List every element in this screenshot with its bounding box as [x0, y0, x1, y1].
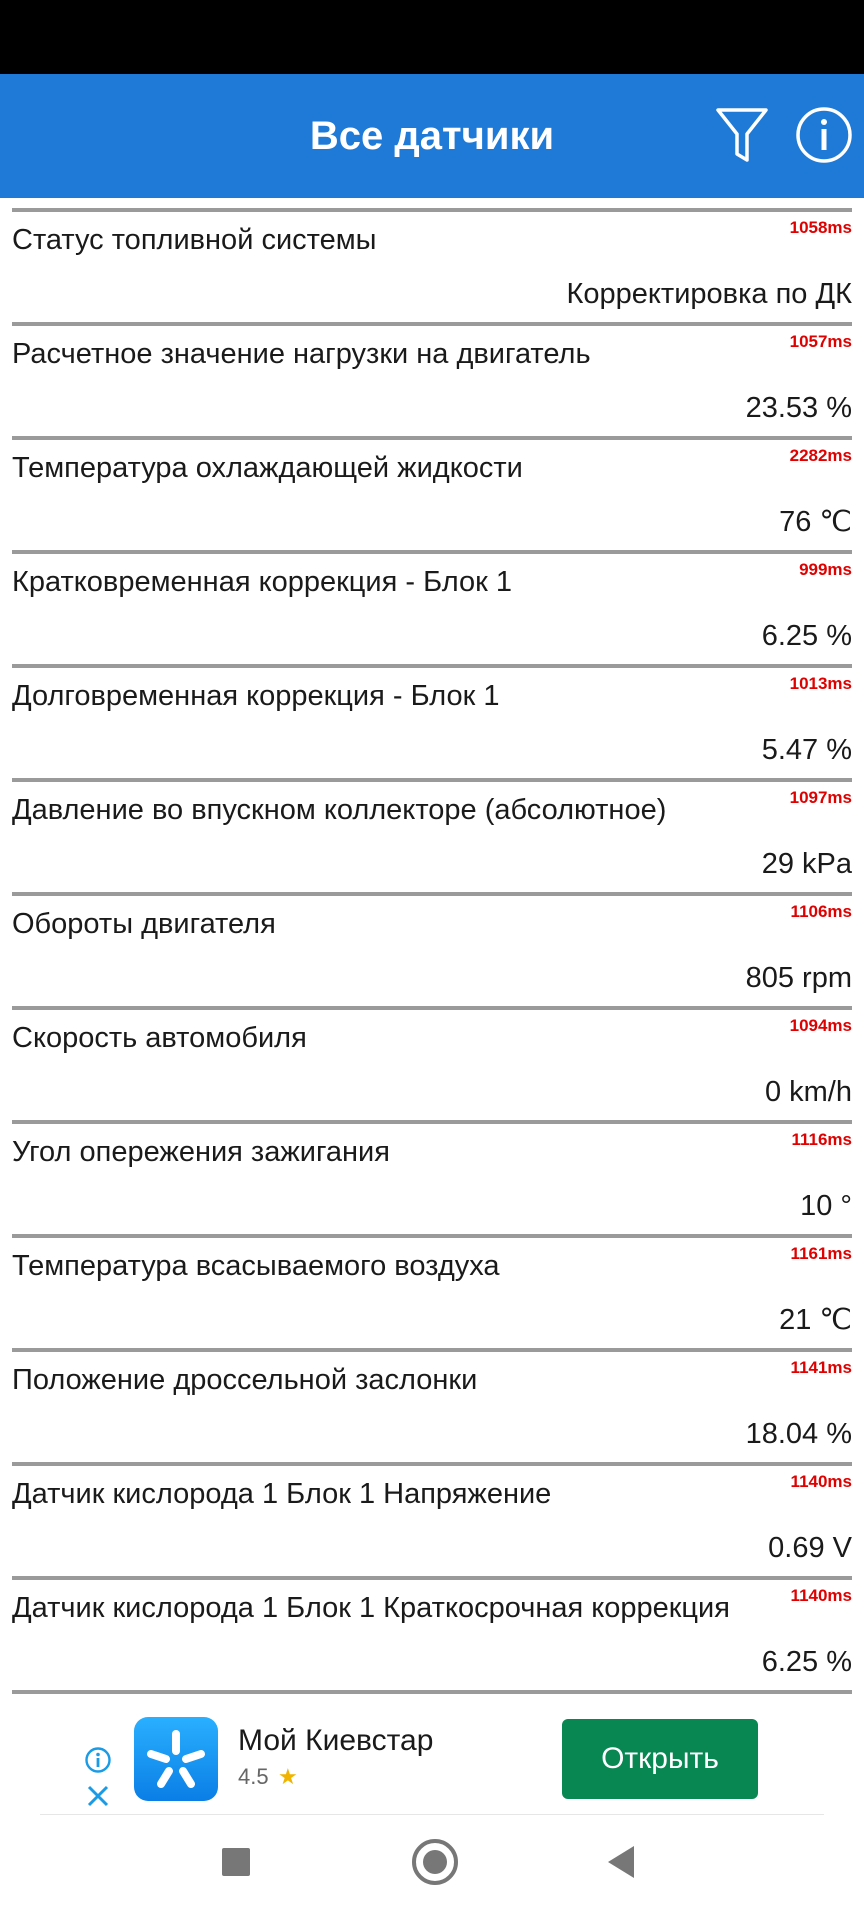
info-button[interactable]	[794, 105, 854, 165]
sensor-value: 805 rpm	[745, 962, 852, 994]
kyivstar-logo-icon	[147, 1730, 205, 1788]
filter-button[interactable]	[714, 104, 770, 166]
sensor-name: Датчик кислорода 1 Блок 1 Напряжение	[12, 1478, 552, 1510]
sensor-row[interactable]: Температура всасываемого воздуха 1161ms …	[0, 1224, 864, 1338]
app-icon[interactable]	[134, 1717, 218, 1801]
divider	[12, 1576, 852, 1580]
sensor-latency: 999ms	[799, 560, 852, 579]
sensor-latency: 1141ms	[790, 1358, 852, 1377]
home-button[interactable]	[412, 1839, 458, 1885]
sensor-name: Долговременная коррекция - Блок 1	[12, 680, 500, 712]
ad-info-icon[interactable]	[84, 1746, 112, 1774]
sensor-row[interactable]: Давление во впускном коллекторе (абсолют…	[0, 768, 864, 882]
sensor-latency: 1140ms	[790, 1586, 852, 1605]
star-icon: ★	[278, 1764, 298, 1789]
sensor-name: Обороты двигателя	[12, 908, 276, 940]
sensor-row[interactable]: Кратковременная коррекция - Блок 1 999ms…	[0, 540, 864, 654]
sensor-latency: 1097ms	[789, 788, 852, 807]
ad-app-name: Мой Киевстар	[238, 1724, 434, 1757]
sensor-row[interactable]	[0, 1680, 864, 1702]
sensor-value: 6.25 %	[761, 620, 852, 652]
sensor-name: Угол опережения зажигания	[12, 1136, 390, 1168]
sensor-latency: 1106ms	[790, 902, 852, 921]
filter-icon	[716, 108, 768, 162]
sensor-value: 29 kPa	[761, 848, 852, 880]
sensor-value: 21 ℃	[779, 1304, 852, 1336]
sensor-row[interactable]: Угол опережения зажигания 1116ms 10 °	[0, 1110, 864, 1224]
sensor-name: Расчетное значение нагрузки на двигатель	[12, 338, 591, 370]
sensor-name: Температура охлаждающей жидкости	[12, 452, 523, 484]
sensor-name: Кратковременная коррекция - Блок 1	[12, 566, 513, 598]
divider	[12, 550, 852, 554]
divider	[12, 322, 852, 326]
sensor-value: 23.53 %	[745, 392, 852, 424]
sensor-value: 10 °	[800, 1190, 852, 1222]
sensor-latency: 1161ms	[790, 1244, 852, 1263]
sensor-value: 0 km/h	[764, 1076, 852, 1108]
divider	[12, 208, 852, 212]
divider	[12, 664, 852, 668]
sensor-latency: 1057ms	[789, 332, 852, 351]
divider	[12, 1120, 852, 1124]
sensor-name: Давление во впускном коллекторе (абсолют…	[12, 794, 667, 826]
sensor-value: 76 ℃	[779, 506, 852, 538]
sensor-value: 18.04 %	[745, 1418, 852, 1450]
info-icon	[796, 107, 852, 163]
sensor-name: Температура всасываемого воздуха	[12, 1250, 500, 1282]
sensor-latency: 2282ms	[789, 446, 852, 465]
sensor-latency: 1116ms	[791, 1130, 852, 1149]
app-bar: Все датчики	[0, 74, 864, 198]
sensor-row[interactable]: Расчетное значение нагрузки на двигатель…	[0, 312, 864, 426]
circle-icon	[423, 1850, 447, 1874]
status-bar	[0, 0, 864, 74]
divider	[12, 1690, 852, 1694]
divider	[12, 1348, 852, 1352]
sensor-row[interactable]: Обороты двигателя 1106ms 805 rpm	[0, 882, 864, 996]
sensor-name: Статус топливной системы	[12, 224, 377, 256]
divider	[12, 436, 852, 440]
sensor-row[interactable]: Долговременная коррекция - Блок 1 1013ms…	[0, 654, 864, 768]
sensor-row[interactable]: Положение дроссельной заслонки 1141ms 18…	[0, 1338, 864, 1452]
open-button[interactable]: Открыть	[562, 1719, 758, 1799]
sensor-latency: 1058ms	[789, 218, 852, 237]
sensor-name: Положение дроссельной заслонки	[12, 1364, 478, 1396]
close-icon[interactable]	[84, 1782, 112, 1810]
sensor-value: 6.25 %	[761, 1646, 852, 1678]
divider	[12, 892, 852, 896]
sensor-row[interactable]: Датчик кислорода 1 Блок 1 Напряжение 114…	[0, 1452, 864, 1566]
ad-rating: 4.5	[238, 1764, 269, 1789]
sensor-latency: 1094ms	[789, 1016, 852, 1035]
divider	[12, 1006, 852, 1010]
sensor-row[interactable]: Температура охлаждающей жидкости 2282ms …	[0, 426, 864, 540]
sensor-latency: 1140ms	[790, 1472, 852, 1491]
divider	[12, 1462, 852, 1466]
sensor-latency: 1013ms	[789, 674, 852, 693]
sensor-list[interactable]: Статус топливной системы 1058ms Корректи…	[0, 198, 864, 1702]
sensor-value: 0.69 V	[768, 1532, 852, 1564]
sensor-row[interactable]: Датчик кислорода 1 Блок 1 Краткосрочная …	[0, 1566, 864, 1680]
divider	[12, 778, 852, 782]
ad-banner[interactable]: Мой Киевстар 4.5 ★ Открыть	[40, 1702, 824, 1815]
sensor-value: 5.47 %	[761, 734, 852, 766]
recent-apps-button[interactable]	[222, 1848, 250, 1876]
sensor-row[interactable]: Скорость автомобиля 1094ms 0 km/h	[0, 996, 864, 1110]
sensor-name: Скорость автомобиля	[12, 1022, 307, 1054]
sensor-row[interactable]: Статус топливной системы 1058ms Корректи…	[0, 198, 864, 312]
back-button[interactable]	[608, 1846, 634, 1878]
divider	[12, 1234, 852, 1238]
sensor-value: Корректировка по ДК	[566, 278, 853, 310]
sensor-name: Датчик кислорода 1 Блок 1 Краткосрочная …	[12, 1592, 730, 1624]
navigation-bar	[0, 1816, 864, 1920]
